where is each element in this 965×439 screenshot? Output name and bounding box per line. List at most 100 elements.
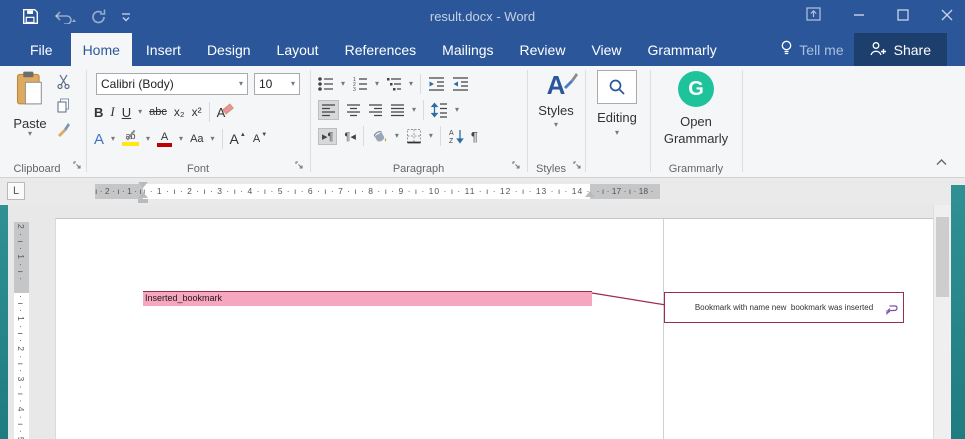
first-line-indent-marker[interactable] (138, 182, 148, 188)
highlight-color-button[interactable]: ab (122, 132, 139, 146)
font-family-combo[interactable]: Calibri (Body)▾ (96, 73, 248, 95)
line-spacing-dropdown-arrow[interactable]: ▾ (455, 107, 459, 113)
vertical-scrollbar[interactable] (933, 205, 951, 439)
desktop-edge-right (951, 185, 965, 439)
tab-review[interactable]: Review (508, 33, 578, 66)
bullets-dropdown-arrow[interactable]: ▾ (341, 81, 345, 87)
italic-button[interactable]: I (110, 104, 114, 120)
document-area: 2 · ı · 1 · ı · · ı · 1 · ı · 2 · ı · 3 … (0, 205, 965, 439)
underline-button[interactable]: U (122, 105, 131, 120)
font-size-combo[interactable]: 10▾ (254, 73, 300, 95)
paste-dropdown-arrow[interactable]: ▾ (28, 131, 32, 137)
paragraph-group-label: Paragraph (310, 163, 527, 175)
underline-dropdown-arrow[interactable]: ▾ (138, 109, 142, 115)
open-grammarly-button[interactable]: G Open Grammarly (650, 71, 742, 146)
scrollbar-thumb[interactable] (936, 217, 949, 297)
styles-dialog-launcher-icon[interactable] (573, 157, 582, 175)
grow-font-button[interactable]: A▲ (230, 131, 246, 147)
shrink-font-button[interactable]: A▼ (253, 133, 267, 145)
align-center-button[interactable] (346, 103, 361, 117)
multilevel-list-button[interactable] (386, 76, 402, 92)
text-effects-dropdown-arrow[interactable]: ▾ (111, 136, 115, 142)
editing-button[interactable]: Editing ▾ (593, 70, 641, 136)
subscript-button[interactable]: x₂ (174, 105, 185, 119)
share-button[interactable]: Share (854, 33, 947, 66)
align-right-button[interactable] (368, 103, 383, 117)
tell-me-box[interactable]: Tell me (770, 33, 853, 66)
styles-dropdown-arrow[interactable]: ▾ (527, 122, 585, 128)
line-spacing-button[interactable] (431, 102, 448, 118)
copy-icon[interactable] (56, 98, 71, 113)
clear-formatting-button[interactable]: A (217, 105, 234, 120)
comment-balloon[interactable]: Bookmark with name new bookmark was inse… (664, 292, 904, 323)
tab-references[interactable]: References (333, 33, 429, 66)
tab-layout[interactable]: Layout (265, 33, 331, 66)
right-indent-marker[interactable] (585, 191, 595, 197)
bullets-button[interactable] (318, 76, 334, 92)
tab-design[interactable]: Design (195, 33, 263, 66)
paste-button[interactable]: Paste ▾ (8, 71, 52, 157)
font-dialog-launcher-icon[interactable] (295, 157, 304, 175)
save-icon[interactable] (22, 8, 39, 25)
font-color-button[interactable]: A (157, 132, 172, 147)
increase-indent-button[interactable] (452, 76, 469, 92)
numbering-button[interactable]: 123 (352, 76, 368, 92)
tab-mailings[interactable]: Mailings (430, 33, 505, 66)
left-to-right-button[interactable]: ▸¶ (318, 128, 337, 145)
clipboard-dialog-launcher-icon[interactable] (73, 157, 82, 175)
multilevel-dropdown-arrow[interactable]: ▾ (409, 81, 413, 87)
comment-reply-icon[interactable] (867, 296, 898, 326)
document-page[interactable] (55, 218, 933, 439)
minimize-icon[interactable] (853, 8, 865, 26)
change-case-dropdown-arrow[interactable]: ▾ (211, 136, 215, 142)
change-case-button[interactable]: Aa (190, 133, 203, 145)
highlight-dropdown-arrow[interactable]: ▾ (146, 136, 150, 142)
highlighted-text-line[interactable]: Inserted_bookmark (143, 291, 592, 306)
hanging-indent-marker[interactable] (138, 192, 148, 198)
collapse-ribbon-icon[interactable] (936, 153, 947, 171)
right-to-left-button[interactable]: ¶◂ (344, 130, 355, 143)
shrink-font-letter: A (253, 133, 260, 145)
ribbon-display-options-icon[interactable] (806, 7, 821, 26)
decrease-indent-button[interactable] (428, 76, 445, 92)
show-paragraph-marks-button[interactable]: ¶ (471, 129, 478, 144)
undo-icon[interactable] (53, 10, 77, 24)
cut-icon[interactable] (56, 74, 71, 89)
paragraph-dialog-launcher-icon[interactable] (512, 157, 521, 175)
close-icon[interactable] (941, 8, 953, 26)
bold-button[interactable]: B (94, 105, 103, 120)
align-left-button[interactable] (318, 100, 339, 120)
left-indent-marker[interactable] (138, 199, 148, 203)
font-family-value: Calibri (Body) (101, 77, 174, 91)
shading-bucket-icon[interactable] (371, 128, 388, 144)
tab-grammarly[interactable]: Grammarly (636, 33, 729, 66)
format-painter-icon[interactable] (56, 122, 71, 137)
justify-dropdown-arrow[interactable]: ▾ (412, 107, 416, 113)
borders-button[interactable] (406, 128, 422, 144)
open-grammarly-line1: Open (680, 114, 712, 129)
tab-stop-selector[interactable]: L (7, 182, 25, 200)
redo-icon[interactable] (91, 9, 107, 25)
tab-insert[interactable]: Insert (134, 33, 193, 66)
strikethrough-button[interactable]: abc (149, 106, 167, 118)
tab-view[interactable]: View (579, 33, 633, 66)
editing-button-label: Editing (593, 110, 641, 125)
customize-quick-access-icon[interactable] (121, 12, 131, 22)
ruler-main[interactable]: ı · 1 · ı · 2 · ı · 3 · ı · 4 · ı · 5 · … (143, 184, 590, 199)
maximize-icon[interactable] (897, 8, 909, 26)
ruler-left-margin[interactable]: ı · 2 · ı · 1 · ı · (95, 184, 143, 199)
styles-button-label: Styles (527, 103, 585, 118)
font-color-dropdown-arrow[interactable]: ▾ (179, 136, 183, 142)
editing-dropdown-arrow[interactable]: ▾ (593, 130, 641, 136)
tab-home[interactable]: Home (71, 33, 132, 66)
numbering-dropdown-arrow[interactable]: ▾ (375, 81, 379, 87)
sort-button[interactable]: AZ (448, 128, 464, 144)
tab-file[interactable]: File (14, 33, 69, 66)
styles-button[interactable]: A Styles ▾ (527, 70, 585, 128)
justify-button[interactable] (390, 103, 405, 117)
shading-dropdown-arrow[interactable]: ▾ (395, 133, 399, 139)
text-effects-button[interactable]: A (94, 131, 104, 148)
borders-dropdown-arrow[interactable]: ▾ (429, 133, 433, 139)
ruler-right-margin[interactable]: · ı · 17 · ı · 18 · (590, 184, 660, 199)
superscript-button[interactable]: x² (192, 105, 202, 119)
